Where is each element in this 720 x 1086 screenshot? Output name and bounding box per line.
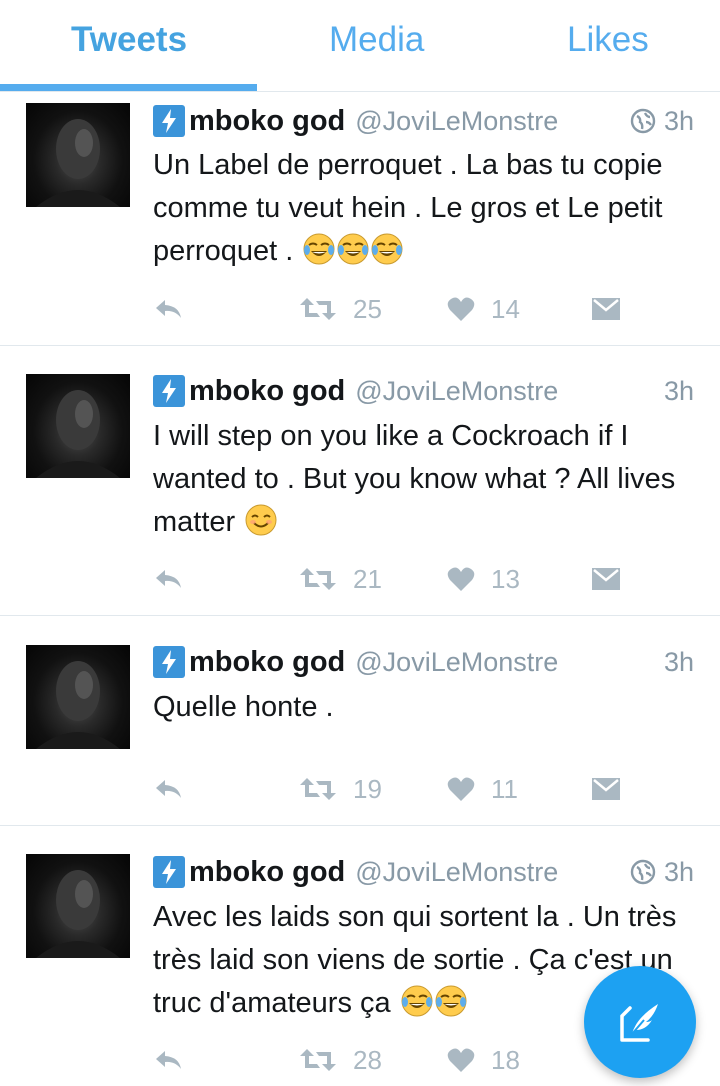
- reply-icon: [156, 570, 181, 588]
- face-with-tears-of-joy-icon: [435, 985, 467, 1017]
- retweet-button[interactable]: 21: [299, 559, 382, 599]
- avatar[interactable]: [26, 374, 130, 478]
- direct-message-button[interactable]: [591, 559, 621, 599]
- lightning-badge-icon: [153, 856, 185, 888]
- retweet-button[interactable]: 28: [299, 1040, 382, 1080]
- tweet-actions: 25 14: [153, 289, 633, 329]
- author-handle[interactable]: @JoviLeMonstre: [355, 106, 558, 137]
- avatar[interactable]: [26, 645, 130, 749]
- like-button[interactable]: 11: [447, 769, 518, 809]
- reply-button[interactable]: [153, 1040, 183, 1080]
- retweet-icon: [300, 298, 336, 320]
- reply-icon: [156, 780, 181, 798]
- tweet-item[interactable]: mboko god @JoviLeMonstre 3h Quelle honte…: [0, 616, 720, 826]
- tweet-item[interactable]: mboko god @JoviLeMonstre 3h I will step …: [0, 346, 720, 616]
- author-handle[interactable]: @JoviLeMonstre: [355, 376, 558, 407]
- direct-message-button[interactable]: [591, 289, 621, 329]
- tab-tweets[interactable]: Tweets: [71, 20, 187, 60]
- author-name[interactable]: mboko god: [189, 856, 345, 889]
- retweet-button[interactable]: 19: [299, 769, 382, 809]
- tweet-time: 3h: [663, 105, 694, 136]
- like-button[interactable]: 18: [447, 1040, 520, 1080]
- tweet-actions: 28 18: [153, 1040, 633, 1080]
- tweet-meta: 3h: [664, 642, 694, 682]
- tweet-header: mboko god @JoviLeMonstre: [153, 371, 558, 411]
- face-with-tears-of-joy-icon: [371, 233, 403, 265]
- tweet-text: Quelle honte .: [153, 691, 334, 723]
- reply-button[interactable]: [153, 769, 183, 809]
- author-name[interactable]: mboko god: [189, 646, 345, 679]
- direct-message-icon: [592, 568, 620, 590]
- tweet-header: mboko god @JoviLeMonstre: [153, 852, 558, 892]
- reply-icon: [156, 1051, 181, 1069]
- heart-icon: [447, 777, 475, 801]
- tweet-actions: 19 11: [153, 769, 633, 809]
- author-name[interactable]: mboko god: [189, 375, 345, 408]
- compose-tweet-icon: [620, 1004, 658, 1042]
- like-button[interactable]: 14: [447, 289, 520, 329]
- like-count: 18: [491, 1044, 520, 1075]
- heart-icon: [447, 297, 475, 321]
- like-count: 14: [491, 293, 520, 324]
- compose-tweet-button[interactable]: [584, 966, 696, 1078]
- active-tab-indicator: [0, 84, 257, 91]
- direct-message-icon: [592, 298, 620, 320]
- like-button[interactable]: 13: [447, 559, 520, 599]
- retweet-count: 25: [353, 293, 382, 324]
- tweet-item[interactable]: mboko god @JoviLeMonstre 3h Un Label de …: [0, 92, 720, 346]
- tweet-actions: 21 13: [153, 559, 633, 599]
- avatar[interactable]: [26, 854, 130, 958]
- retweet-button[interactable]: 25: [299, 289, 382, 329]
- tab-media[interactable]: Media: [329, 20, 424, 60]
- face-with-tears-of-joy-icon: [303, 233, 335, 265]
- avatar[interactable]: [26, 103, 130, 207]
- retweet-count: 21: [353, 563, 382, 594]
- retweet-icon: [300, 1049, 336, 1071]
- tweet-time: 3h: [663, 856, 694, 887]
- lightning-badge-icon: [153, 375, 185, 407]
- heart-icon: [447, 1048, 475, 1072]
- reply-button[interactable]: [153, 559, 183, 599]
- like-count: 11: [491, 773, 518, 804]
- lightning-badge-icon: [153, 646, 185, 678]
- heart-icon: [447, 567, 475, 591]
- retweet-count: 28: [353, 1044, 382, 1075]
- tweet-meta: 3h: [664, 371, 694, 411]
- tweet-header: mboko god @JoviLeMonstre: [153, 642, 558, 682]
- retweet-icon: [300, 778, 336, 800]
- tweet-meta: 3h: [630, 852, 694, 892]
- face-with-tears-of-joy-icon: [401, 985, 433, 1017]
- face-with-tears-of-joy-icon: [337, 233, 369, 265]
- author-name[interactable]: mboko god: [189, 105, 345, 138]
- direct-message-button[interactable]: [591, 769, 621, 809]
- reply-button[interactable]: [153, 289, 183, 329]
- globe-icon: [630, 108, 656, 134]
- globe-icon: [630, 859, 656, 885]
- reply-icon: [156, 300, 181, 318]
- retweet-count: 19: [353, 773, 382, 804]
- retweet-icon: [300, 568, 336, 590]
- tweet-time: 3h: [663, 646, 694, 677]
- like-count: 13: [491, 563, 520, 594]
- lightning-badge-icon: [153, 105, 185, 137]
- author-handle[interactable]: @JoviLeMonstre: [355, 857, 558, 888]
- profile-tabs: Tweets Media Likes: [0, 0, 720, 92]
- tweet-time: 3h: [663, 375, 694, 406]
- direct-message-icon: [592, 778, 620, 800]
- author-handle[interactable]: @JoviLeMonstre: [355, 647, 558, 678]
- tweet-text: I will step on you like a Cockroach if I…: [153, 420, 676, 538]
- smiling-face-icon: [245, 504, 277, 536]
- tab-likes[interactable]: Likes: [567, 20, 649, 60]
- tweet-header: mboko god @JoviLeMonstre: [153, 101, 558, 141]
- tweet-meta: 3h: [630, 101, 694, 141]
- tweet-text: Un Label de perroquet . La bas tu copie …: [153, 149, 663, 267]
